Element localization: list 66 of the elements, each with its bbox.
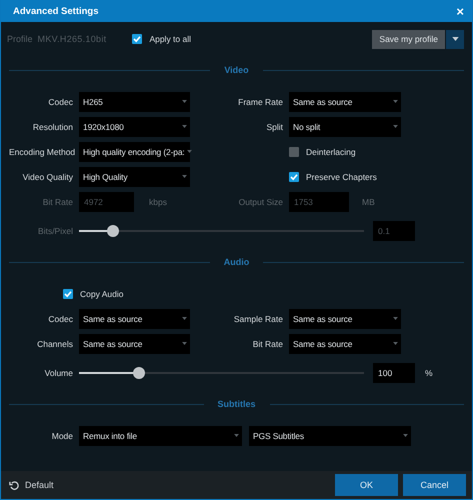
field-label: Frame Rate (237, 96, 283, 106)
dropdown[interactable]: H265 (79, 92, 190, 112)
default-button[interactable]: Default (9, 480, 54, 490)
checkbox[interactable] (63, 288, 73, 298)
field-label: Bit Rate (252, 338, 283, 348)
profile-name: MKV.H265.10bit (38, 34, 106, 44)
section-title: Subtitles (216, 399, 257, 409)
caret-icon (393, 125, 398, 128)
checkbox-label: Apply to all (149, 34, 192, 44)
unit-label: MB (362, 196, 375, 206)
unit-label: kbps (149, 196, 167, 206)
dropdown[interactable]: Same as source (79, 308, 190, 328)
dropdown[interactable]: 1920x1080 (79, 116, 190, 136)
field-label: Bit Rate (42, 196, 73, 206)
dropdown[interactable]: PGS Subtitles (249, 426, 411, 446)
field-label: Sample Rate (232, 314, 283, 324)
field-label: Codec (47, 314, 73, 324)
caret-icon (182, 100, 187, 103)
field-label: Mode (50, 430, 73, 440)
checkbox-label: Deinterlacing (306, 146, 356, 156)
ok-button[interactable]: OK (335, 474, 398, 496)
close-button[interactable]: × (454, 4, 466, 18)
caret-icon (393, 342, 398, 345)
caret-icon (403, 434, 408, 437)
save-profile-button[interactable]: Save my profile (372, 30, 445, 48)
checkbox[interactable] (289, 172, 299, 182)
dropdown[interactable]: Remux into file (79, 426, 242, 446)
profile-label: Profile (7, 34, 33, 44)
field-label: Codec (47, 96, 73, 106)
caret-icon (182, 125, 187, 128)
caret-icon (452, 37, 458, 41)
dropdown[interactable]: Same as source (79, 334, 190, 354)
field-label: Resolution (32, 122, 73, 132)
field-label: Output Size (238, 196, 283, 206)
unit-label: % (425, 368, 434, 378)
input-field[interactable]: 100 (373, 363, 415, 383)
caret-icon (393, 317, 398, 320)
dropdown[interactable]: No split (289, 116, 401, 136)
checkbox[interactable] (289, 146, 299, 156)
caret-icon (234, 434, 239, 437)
section-title: Video (223, 65, 250, 75)
undo-icon (9, 480, 20, 490)
dropdown[interactable]: High Quality (79, 166, 190, 186)
caret-icon (393, 100, 398, 103)
caret-icon (182, 342, 187, 345)
checkbox-label: Preserve Chapters (306, 172, 377, 182)
caret-icon (182, 175, 187, 178)
caret-icon (186, 150, 192, 153)
field-label: Split (265, 122, 283, 132)
dropdown[interactable]: Same as source (289, 334, 401, 354)
field-label: Channels (36, 338, 73, 348)
caret-icon (182, 317, 187, 320)
dropdown-button[interactable] (446, 30, 464, 48)
window-title: Advanced Settings (13, 6, 99, 16)
field-label: Encoding Method (9, 146, 73, 156)
section-title: Audio (222, 257, 250, 267)
field-label: Video Quality (22, 172, 73, 182)
slider-label: Bits/Pixel (37, 226, 73, 236)
cancel-button[interactable]: Cancel (403, 474, 466, 496)
dropdown[interactable]: Same as source (289, 92, 401, 112)
dropdown[interactable]: Same as source (289, 308, 401, 328)
dropdown[interactable]: High quality encoding (2-pa: (79, 142, 190, 162)
checkbox[interactable] (132, 34, 142, 44)
slider-label: Volume (44, 368, 73, 378)
checkbox-label: Copy Audio (80, 288, 124, 298)
slider-thumb[interactable] (132, 367, 145, 379)
